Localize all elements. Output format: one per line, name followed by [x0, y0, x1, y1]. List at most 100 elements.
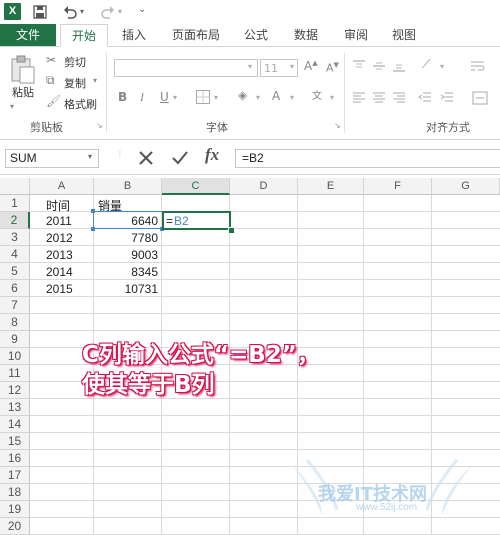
wrap-text-icon[interactable] — [470, 59, 486, 76]
paste-label[interactable]: 粘贴 — [12, 84, 34, 100]
scissors-icon[interactable]: ✂ — [46, 53, 56, 67]
tab-file[interactable]: 文件 — [0, 24, 56, 46]
cell-a2[interactable]: 2011 — [46, 214, 72, 228]
row-header-16[interactable]: 16 — [0, 450, 30, 467]
row-header-8[interactable]: 8 — [0, 314, 30, 331]
column-header-c[interactable]: C — [162, 178, 230, 195]
phonetic-icon[interactable]: 文 — [312, 87, 322, 102]
copy-dropdown-icon[interactable]: ▾ — [93, 76, 97, 85]
row-header-17[interactable]: 17 — [0, 467, 30, 484]
tab-formulas[interactable]: 公式 — [236, 24, 276, 46]
tab-data[interactable]: 数据 — [286, 24, 326, 46]
cancel-icon[interactable] — [136, 148, 156, 171]
increase-indent-icon[interactable] — [440, 91, 454, 108]
row-header-2[interactable]: 2 — [0, 212, 30, 229]
undo-dropdown-icon[interactable]: ▾ — [80, 7, 84, 16]
save-icon[interactable] — [32, 4, 48, 20]
reference-handle[interactable] — [91, 209, 95, 213]
decrease-font-icon[interactable]: A▼ — [326, 61, 339, 75]
column-header-f[interactable]: F — [364, 178, 432, 195]
underline-button[interactable]: U — [160, 90, 169, 104]
row-header-18[interactable]: 18 — [0, 484, 30, 501]
column-header-b[interactable]: B — [94, 178, 162, 195]
cell-a5[interactable]: 2014 — [46, 265, 73, 279]
fill-color-dropdown-icon[interactable]: ▾ — [256, 93, 260, 102]
paste-dropdown-icon[interactable]: ▾ — [10, 102, 14, 111]
font-color-icon[interactable]: A — [272, 89, 280, 103]
cell-b3[interactable]: 7780 — [94, 231, 158, 245]
align-middle-icon[interactable] — [372, 59, 386, 76]
insert-function-icon[interactable]: fx — [205, 145, 219, 165]
format-painter-icon[interactable]: 🖌 — [46, 94, 61, 108]
align-center-icon[interactable] — [372, 91, 386, 108]
column-header-d[interactable]: D — [230, 178, 298, 195]
merge-center-icon[interactable] — [472, 91, 488, 108]
undo-icon[interactable] — [62, 4, 78, 20]
tab-review[interactable]: 审阅 — [336, 24, 376, 46]
font-color-dropdown-icon[interactable]: ▾ — [290, 93, 294, 102]
select-all-corner[interactable] — [0, 178, 30, 195]
row-header-12[interactable]: 12 — [0, 382, 30, 399]
active-cell-c2[interactable]: = B2 — [162, 211, 231, 230]
tab-view[interactable]: 视图 — [384, 24, 424, 46]
row-header-20[interactable]: 20 — [0, 518, 30, 535]
column-header-e[interactable]: E — [298, 178, 364, 195]
redo-icon[interactable] — [100, 4, 116, 20]
increase-font-icon[interactable]: A▲ — [304, 59, 318, 73]
tab-insert[interactable]: 插入 — [114, 24, 154, 46]
row-header-5[interactable]: 5 — [0, 263, 30, 280]
tab-home[interactable]: 开始 — [60, 24, 108, 47]
cut-label[interactable]: 剪切 — [64, 54, 86, 70]
font-size-dropdown-icon[interactable]: ▾ — [290, 62, 294, 71]
decrease-indent-icon[interactable] — [418, 91, 432, 108]
cell-a1[interactable]: 时间 — [46, 197, 70, 214]
cell-a3[interactable]: 2012 — [46, 231, 73, 245]
name-box-dropdown-icon[interactable]: ▾ — [88, 152, 92, 161]
cell-b4[interactable]: 9003 — [94, 248, 158, 262]
align-bottom-icon[interactable] — [392, 59, 406, 76]
clipboard-launcher-icon[interactable]: ↘ — [96, 121, 103, 130]
font-name-combo[interactable] — [114, 59, 258, 77]
enter-check-icon[interactable] — [170, 148, 190, 171]
row-header-9[interactable]: 9 — [0, 331, 30, 348]
column-header-g[interactable]: G — [432, 178, 500, 195]
row-header-14[interactable]: 14 — [0, 416, 30, 433]
orientation-dropdown-icon[interactable]: ▾ — [440, 62, 444, 71]
format-painter-label[interactable]: 格式刷 — [64, 96, 97, 112]
row-header-19[interactable]: 19 — [0, 501, 30, 518]
align-right-icon[interactable] — [392, 91, 406, 108]
row-header-15[interactable]: 15 — [0, 433, 30, 450]
align-left-icon[interactable] — [352, 91, 366, 108]
row-header-3[interactable]: 3 — [0, 229, 30, 246]
italic-button[interactable]: I — [140, 90, 144, 105]
row-header-6[interactable]: 6 — [0, 280, 30, 297]
name-box[interactable]: SUM — [5, 149, 99, 168]
row-header-1[interactable]: 1 — [0, 195, 30, 212]
row-header-13[interactable]: 13 — [0, 399, 30, 416]
cell-b6[interactable]: 10731 — [94, 282, 158, 296]
row-header-10[interactable]: 10 — [0, 348, 30, 365]
fill-handle[interactable] — [228, 227, 235, 234]
font-launcher-icon[interactable]: ↘ — [334, 121, 341, 130]
formula-input[interactable]: =B2 — [235, 149, 500, 168]
reference-handle[interactable] — [91, 227, 95, 231]
row-header-7[interactable]: 7 — [0, 297, 30, 314]
underline-dropdown-icon[interactable]: ▾ — [173, 93, 177, 102]
cell-a6[interactable]: 2015 — [46, 282, 73, 296]
phonetic-dropdown-icon[interactable]: ▾ — [330, 93, 334, 102]
font-name-dropdown-icon[interactable]: ▾ — [248, 62, 252, 71]
cell-a4[interactable]: 2013 — [46, 248, 73, 262]
cell-b5[interactable]: 8345 — [94, 265, 158, 279]
orientation-icon[interactable]: ⟋ — [422, 57, 430, 72]
column-header-a[interactable]: A — [30, 178, 94, 195]
row-header-11[interactable]: 11 — [0, 365, 30, 382]
fill-color-icon[interactable]: ◈ — [238, 88, 247, 102]
row-header-4[interactable]: 4 — [0, 246, 30, 263]
customize-toolbar-icon[interactable]: ⌄ — [138, 4, 146, 15]
redo-dropdown-icon[interactable]: ▾ — [118, 7, 122, 16]
copy-label[interactable]: 复制 — [64, 75, 86, 91]
align-top-icon[interactable] — [352, 59, 366, 76]
borders-icon[interactable] — [196, 90, 210, 104]
copy-icon[interactable]: ⧉ — [46, 73, 55, 88]
borders-dropdown-icon[interactable]: ▾ — [214, 93, 218, 102]
